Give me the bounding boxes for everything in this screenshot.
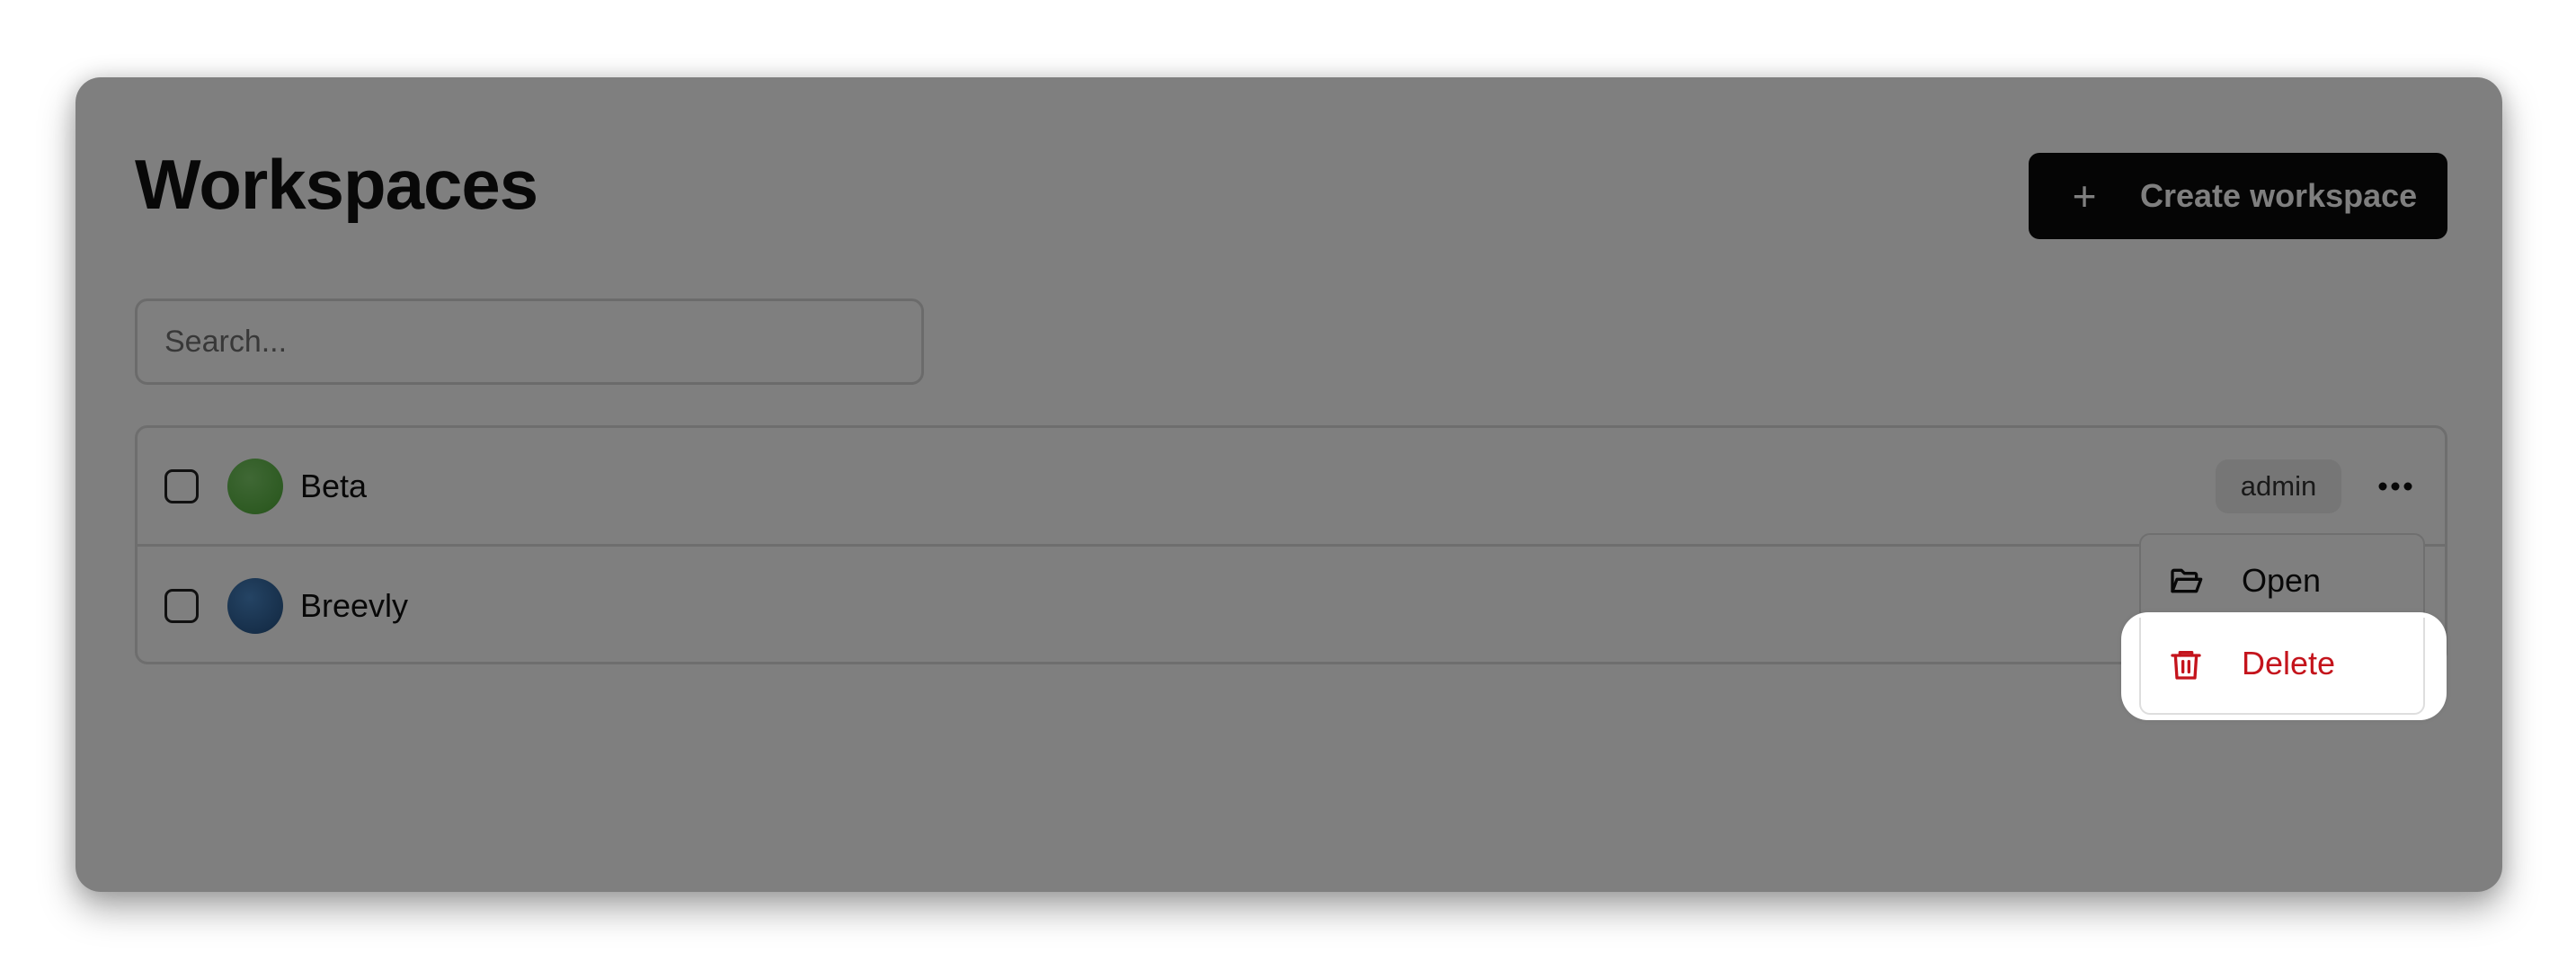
workspaces-window: Workspaces + Create workspace Beta admin…: [76, 77, 2502, 892]
menu-item-delete[interactable]: Delete: [2139, 618, 2425, 715]
trash-icon: [2171, 651, 2201, 680]
menu-item-delete-label: Delete: [2242, 645, 2336, 681]
dim-overlay: [76, 77, 2502, 892]
